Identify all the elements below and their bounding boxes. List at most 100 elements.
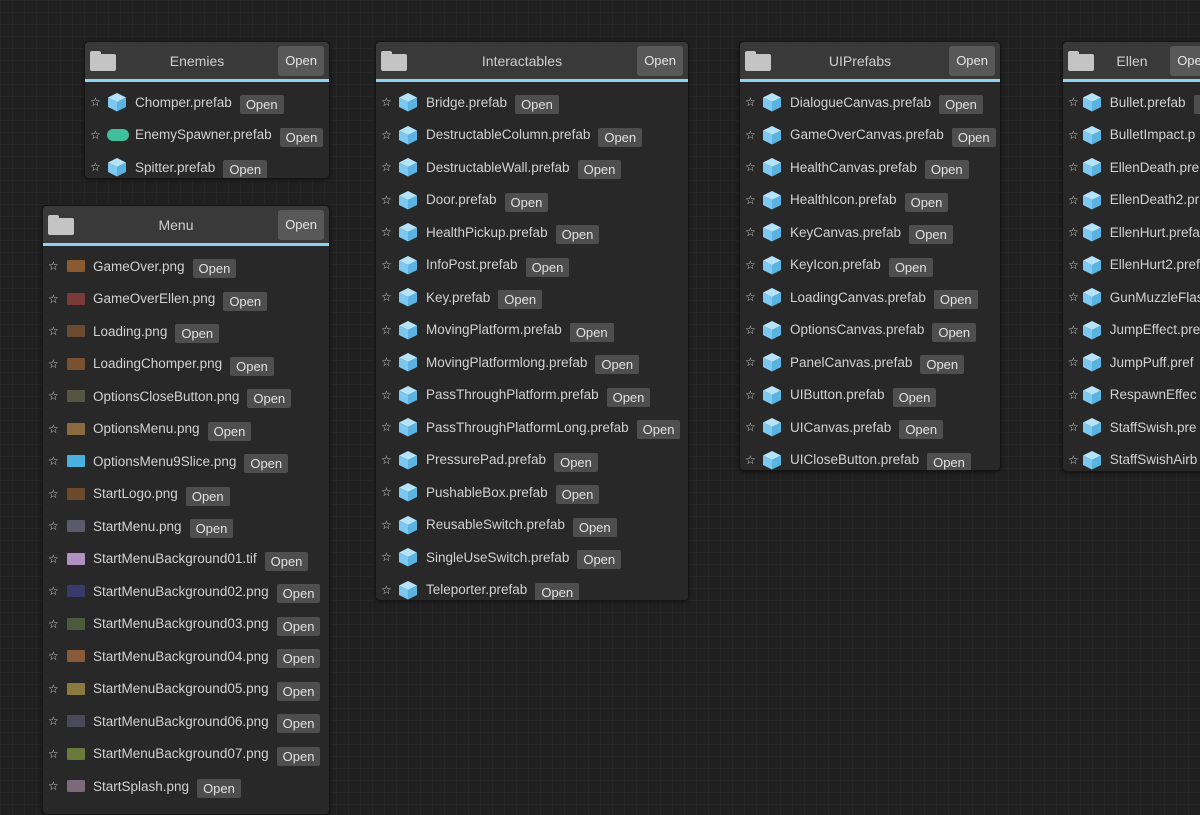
star-icon[interactable]: ☆ (48, 779, 62, 793)
list-item[interactable]: ☆ DialogueCanvas.prefab Open (740, 86, 1000, 119)
open-asset-button[interactable]: Open (276, 746, 321, 766)
star-icon[interactable]: ☆ (1068, 355, 1079, 369)
open-asset-button[interactable]: Open (606, 387, 651, 407)
star-icon[interactable]: ☆ (90, 128, 104, 142)
open-asset-button[interactable]: Open (577, 550, 622, 570)
star-icon[interactable]: ☆ (48, 617, 62, 631)
open-asset-button[interactable]: Open (175, 324, 220, 344)
star-icon[interactable]: ☆ (1068, 128, 1079, 142)
open-asset-button[interactable]: Open (932, 322, 977, 342)
node-header[interactable]: Enemies Open (85, 42, 329, 82)
open-asset-button[interactable]: Open (223, 291, 268, 311)
open-asset-button[interactable]: Open (197, 779, 241, 799)
node-menu[interactable]: Menu Open ☆ GameOver.png Open ☆ GameOver… (42, 205, 330, 815)
star-icon[interactable]: ☆ (1068, 258, 1079, 272)
list-item[interactable]: ☆ PassThroughPlatformLong.prefab Open (376, 411, 688, 444)
list-item[interactable]: ☆ EllenHurt2.pref Open (1063, 249, 1200, 282)
open-asset-button[interactable]: Open (899, 420, 944, 440)
star-icon[interactable]: ☆ (381, 290, 395, 304)
star-icon[interactable]: ☆ (381, 258, 395, 272)
open-asset-button[interactable]: Open (247, 389, 292, 409)
list-item[interactable]: ☆ StartMenuBackground03.png Open (43, 608, 329, 641)
list-item[interactable]: ☆ GunMuzzleFlas Open (1063, 281, 1200, 314)
list-item[interactable]: ☆ KeyIcon.prefab Open (740, 249, 1000, 282)
list-item[interactable]: ☆ StartMenuBackground07.png Open (43, 738, 329, 771)
list-item[interactable]: ☆ Door.prefab Open (376, 184, 688, 217)
star-icon[interactable]: ☆ (1068, 323, 1079, 337)
open-folder-button[interactable]: Open (278, 210, 324, 240)
open-asset-button[interactable]: Open (888, 257, 933, 277)
list-item[interactable]: ☆ PanelCanvas.prefab Open (740, 346, 1000, 379)
star-icon[interactable]: ☆ (745, 355, 759, 369)
open-asset-button[interactable]: Open (207, 421, 252, 441)
list-item[interactable]: ☆ Key.prefab Open (376, 281, 688, 314)
star-icon[interactable]: ☆ (381, 518, 395, 532)
open-asset-button[interactable]: Open (920, 355, 965, 375)
star-icon[interactable]: ☆ (381, 95, 395, 109)
open-asset-button[interactable]: Open (239, 95, 284, 115)
node-enemies[interactable]: Enemies Open ☆ Chomper.prefab Open ☆ Ene… (84, 41, 330, 179)
list-item[interactable]: ☆ StartMenuBackground02.png Open (43, 575, 329, 608)
node-interactables[interactable]: Interactables Open ☆ Bridge.prefab Open … (375, 41, 689, 601)
list-item[interactable]: ☆ DestructableWall.prefab Open (376, 151, 688, 184)
node-ellen[interactable]: Ellen Open ☆ Bullet.prefab Open ☆ Bullet… (1062, 41, 1200, 472)
list-item[interactable]: ☆ EllenHurt.prefa Open (1063, 216, 1200, 249)
list-item[interactable]: ☆ SingleUseSwitch.prefab Open (376, 541, 688, 574)
open-asset-button[interactable]: Open (555, 485, 600, 505)
star-icon[interactable]: ☆ (381, 583, 395, 597)
star-icon[interactable]: ☆ (381, 388, 395, 402)
list-item[interactable]: ☆ Spitter.prefab Open (85, 151, 329, 178)
list-item[interactable]: ☆ GameOverCanvas.prefab Open (740, 119, 1000, 152)
open-asset-button[interactable]: Open (569, 322, 614, 342)
list-item[interactable]: ☆ JumpPuff.pref Open (1063, 346, 1200, 379)
open-asset-button[interactable]: Open (185, 486, 230, 506)
list-item[interactable]: ☆ OptionsMenu.png Open (43, 413, 329, 446)
star-icon[interactable]: ☆ (745, 258, 759, 272)
list-item[interactable]: ☆ UICanvas.prefab Open (740, 411, 1000, 444)
star-icon[interactable]: ☆ (1068, 290, 1079, 304)
list-item[interactable]: ☆ StartMenuBackground04.png Open (43, 640, 329, 673)
star-icon[interactable]: ☆ (381, 550, 395, 564)
open-asset-button[interactable]: Open (276, 681, 321, 701)
open-asset-button[interactable]: Open (276, 616, 321, 636)
open-asset-button[interactable]: Open (192, 259, 237, 279)
list-item[interactable]: ☆ InfoPost.prefab Open (376, 249, 688, 282)
list-item[interactable]: ☆ StartSplash.png Open (43, 770, 329, 803)
list-item[interactable]: ☆ Teleporter.prefab Open (376, 574, 688, 600)
list-item[interactable]: ☆ PressurePad.prefab Open (376, 444, 688, 477)
list-item[interactable]: ☆ Bullet.prefab Open (1063, 86, 1200, 119)
star-icon[interactable]: ☆ (1068, 160, 1079, 174)
list-item[interactable]: ☆ HealthIcon.prefab Open (740, 184, 1000, 217)
list-item[interactable]: ☆ JumpEffect.pre Open (1063, 314, 1200, 347)
list-item[interactable]: ☆ EnemySpawner.prefab Open (85, 119, 329, 152)
open-folder-button[interactable]: Open (637, 46, 683, 76)
list-item[interactable]: ☆ StartLogo.png Open (43, 478, 329, 511)
node-uiprefabs[interactable]: UIPrefabs Open ☆ DialogueCanvas.prefab O… (739, 41, 1001, 471)
star-icon[interactable]: ☆ (48, 584, 62, 598)
list-item[interactable]: ☆ StaffSwish.pre Open (1063, 411, 1200, 444)
star-icon[interactable]: ☆ (1068, 225, 1079, 239)
open-asset-button[interactable]: Open (504, 192, 549, 212)
star-icon[interactable]: ☆ (1068, 193, 1079, 207)
list-item[interactable]: ☆ Chomper.prefab Open (85, 86, 329, 119)
star-icon[interactable]: ☆ (1068, 453, 1079, 467)
open-asset-button[interactable]: Open (223, 160, 268, 178)
star-icon[interactable]: ☆ (745, 290, 759, 304)
list-item[interactable]: ☆ Loading.png Open (43, 315, 329, 348)
star-icon[interactable]: ☆ (381, 193, 395, 207)
star-icon[interactable]: ☆ (48, 422, 62, 436)
star-icon[interactable]: ☆ (1068, 95, 1079, 109)
list-item[interactable]: ☆ PushableBox.prefab Open (376, 476, 688, 509)
node-header[interactable]: UIPrefabs Open (740, 42, 1000, 82)
list-item[interactable]: ☆ MovingPlatform.prefab Open (376, 314, 688, 347)
list-item[interactable]: ☆ EllenDeath.pre Open (1063, 151, 1200, 184)
star-icon[interactable]: ☆ (48, 357, 62, 371)
open-asset-button[interactable]: Open (535, 582, 580, 600)
star-icon[interactable]: ☆ (48, 292, 62, 306)
star-icon[interactable]: ☆ (745, 193, 759, 207)
list-item[interactable]: ☆ StartMenuBackground05.png Open (43, 673, 329, 706)
open-asset-button[interactable]: Open (933, 290, 978, 310)
star-icon[interactable]: ☆ (48, 747, 62, 761)
list-item[interactable]: ☆ ReusableSwitch.prefab Open (376, 509, 688, 542)
star-icon[interactable]: ☆ (48, 649, 62, 663)
